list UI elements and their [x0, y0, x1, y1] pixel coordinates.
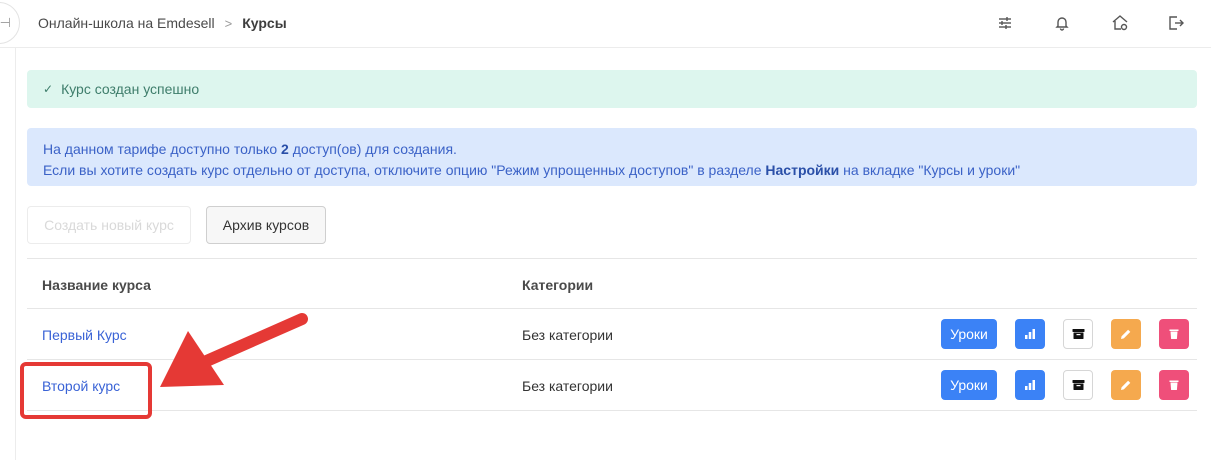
annotation-highlight-box [20, 362, 152, 419]
course-link[interactable]: Первый Курс [42, 327, 127, 343]
home-settings-icon[interactable] [1110, 13, 1130, 33]
archive-button[interactable] [1063, 370, 1093, 400]
info-line1-text: На данном тарифе доступно только [43, 141, 282, 157]
info-line1-suffix: доступ(ов) для создания. [288, 141, 457, 157]
info-line1-count: 2 [281, 141, 289, 157]
header-course-name: Название курса [42, 277, 151, 293]
breadcrumb-root[interactable]: Онлайн-школа на Emdesell [38, 15, 215, 31]
top-bar: ⊣ Онлайн-школа на Emdesell > Курсы [0, 0, 1211, 48]
bar-chart-icon [1025, 380, 1035, 390]
success-alert: ✓ Курс создан успешно [27, 70, 1197, 108]
header-category: Категории [522, 277, 594, 293]
breadcrumb-current: Курсы [242, 15, 287, 31]
delete-button[interactable] [1159, 319, 1189, 349]
sidebar-collapse-button[interactable]: ⊣ [0, 2, 20, 44]
annotation-arrow [160, 313, 308, 387]
bell-icon[interactable] [1052, 13, 1072, 33]
breadcrumb: Онлайн-школа на Emdesell > Курсы [38, 15, 287, 31]
edit-button[interactable] [1111, 370, 1141, 400]
info-alert: На данном тарифе доступно только 2 досту… [27, 128, 1197, 186]
lessons-button[interactable]: Уроки [941, 370, 997, 400]
trash-icon [1169, 329, 1179, 339]
archive-box-icon [1072, 380, 1084, 390]
logout-icon[interactable] [1166, 13, 1186, 33]
course-category: Без категории [522, 327, 613, 343]
check-icon: ✓ [43, 82, 54, 96]
info-line2-text: Если вы хотите создать курс отдельно от … [43, 162, 766, 178]
content-left-border [15, 48, 16, 460]
archive-button[interactable] [1063, 319, 1093, 349]
info-alert-line2: Если вы хотите создать курс отдельно от … [43, 160, 1181, 181]
lessons-button[interactable]: Уроки [941, 319, 997, 349]
table-header: Название курса Категории [27, 258, 1197, 309]
pencil-icon [1121, 380, 1131, 390]
info-line2-suffix: на вкладке "Курсы и уроки" [839, 162, 1021, 178]
success-alert-text: Курс создан успешно [61, 81, 200, 97]
stats-button[interactable] [1015, 370, 1045, 400]
archive-box-icon [1072, 329, 1084, 339]
trash-icon [1169, 380, 1179, 390]
info-alert-line1: На данном тарифе доступно только 2 досту… [43, 139, 1181, 160]
collapse-icon: ⊣ [0, 15, 11, 30]
create-course-button[interactable]: Создать новый курс [27, 206, 191, 244]
settings-link[interactable]: Настройки [765, 162, 839, 178]
sliders-icon[interactable] [995, 13, 1015, 33]
bar-chart-icon [1025, 329, 1035, 339]
course-archive-button[interactable]: Архив курсов [206, 206, 326, 244]
row-actions: Уроки [941, 370, 1189, 400]
stats-button[interactable] [1015, 319, 1045, 349]
course-category: Без категории [522, 378, 613, 394]
breadcrumb-separator: > [224, 15, 233, 31]
row-actions: Уроки [941, 319, 1189, 349]
delete-button[interactable] [1159, 370, 1189, 400]
pencil-icon [1121, 329, 1131, 339]
edit-button[interactable] [1111, 319, 1141, 349]
